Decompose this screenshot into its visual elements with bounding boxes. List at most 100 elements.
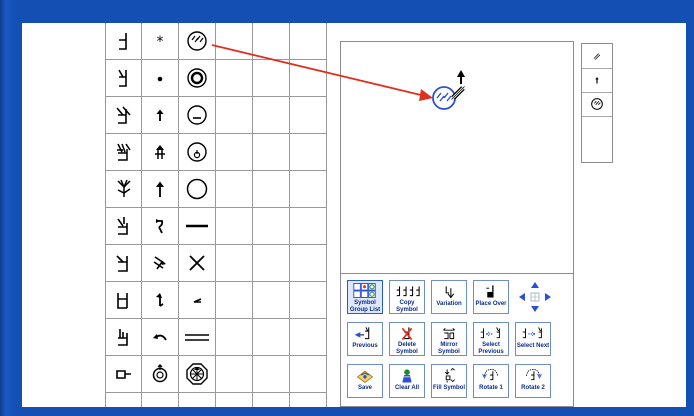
palette-cell-hand-8[interactable] [106,282,142,319]
palette-cell-move-1[interactable]: * [142,23,179,60]
palette-empty-cell [216,245,253,282]
palette-cell-hand-3[interactable] [106,97,142,134]
previous-button[interactable]: Previous [347,322,383,356]
palette-cell-face-2[interactable] [179,60,216,97]
curl-arrow-icon [153,334,167,341]
palette-empty-cell [216,319,253,356]
clear-all-button[interactable]: Clear All [389,364,425,398]
hand-shape-9-icon [117,329,128,346]
up-arrow-small-icon [156,109,164,121]
fill-symbol-icon [444,367,455,383]
select-next-icon [522,327,542,339]
palette-empty-cell [290,134,327,171]
fill-symbol-button[interactable]: Fill Symbol [431,364,467,398]
palette-cell-hand-9[interactable] [106,319,142,356]
palette-cell-hand-5[interactable] [106,171,142,208]
delete-symbol-button[interactable]: Delete Symbol [389,322,425,356]
palette-cell-move-2[interactable] [142,60,179,97]
up-arrow-small-icon[interactable] [457,70,465,84]
palette-cell-face-6[interactable] [179,208,216,245]
horizontal-bar-icon [186,224,208,228]
sign-canvas[interactable] [340,41,574,275]
symbol-toolbar: Symbol Group List Copy Symbol Variation … [340,273,574,407]
palette-cell-face-7[interactable] [179,245,216,282]
hand-shape-2-icon [117,69,127,87]
palette-cell-hand-10[interactable] [106,356,142,393]
cross-x-icon [189,255,205,271]
palette-empty-cell [253,319,290,356]
place-over-button[interactable]: Place Over [473,280,509,314]
palette-cell-move-6[interactable] [142,208,179,245]
palette-empty-cell [253,282,290,319]
palette-empty-cell [216,356,253,393]
hook-arrow-icon [156,293,164,307]
select-next-button[interactable]: Select Next [515,322,551,356]
select-previous-icon [480,326,500,338]
palette-cell-face-3[interactable] [179,97,216,134]
diagonal-arrow-icon [153,256,166,270]
palette-empty-cell [216,171,253,208]
save-icon [356,370,374,383]
copy-symbol-button[interactable]: Copy Symbol [389,280,425,314]
curved-arrow-icon [156,219,164,234]
octagon-star-icon [186,363,208,385]
face-circle-eyes-up-icon[interactable] [432,86,456,110]
palette-cell-move-10[interactable] [142,356,179,393]
sequence-item-contact[interactable] [582,44,612,69]
face-circle-mouth-icon [187,105,207,125]
palette-empty-cell [253,245,290,282]
variation-button[interactable]: Variation [431,280,467,314]
palette-empty-cell [290,23,327,60]
palette-cell-face-10[interactable] [179,356,216,393]
palette-empty-cell [290,319,327,356]
palette-empty-cell [216,208,253,245]
sequence-item-face[interactable] [582,92,612,117]
move-arrows-icon [519,282,551,312]
palette-cell-move-7[interactable] [142,245,179,282]
palette-empty-cell [290,60,327,97]
double-up-arrow-icon [155,145,165,159]
copy-symbol-icon [396,285,420,296]
face-circle-ring-icon [187,68,207,88]
palette-empty-cell [290,282,327,319]
delete-symbol-icon [401,326,413,340]
palette-empty-cell [216,97,253,134]
move-arrows-control[interactable] [517,280,553,314]
mirror-symbol-button[interactable]: Mirror Symbol [431,322,467,356]
save-button[interactable]: Save [347,364,383,398]
place-over-icon [486,285,494,298]
palette-cell-hand-2[interactable] [106,60,142,97]
palette-cell-hand-1[interactable] [106,23,142,60]
angle-mark-icon [193,298,202,303]
palette-cell-face-5[interactable] [179,171,216,208]
select-previous-button[interactable]: Select Previous [473,322,509,356]
palette-cell-move-3[interactable] [142,97,179,134]
palette-cell-face-8[interactable] [179,282,216,319]
face-circle-nose-icon [187,142,207,162]
palette-cell-move-9[interactable] [142,319,179,356]
hand-shape-5-icon [116,179,131,197]
rotate-1-button[interactable]: Rotate 1 [473,364,509,398]
hand-shape-8-icon [116,293,128,309]
palette-cell-hand-6[interactable] [106,208,142,245]
up-arrow-icon [156,181,164,197]
sequence-item-arrow[interactable] [582,68,612,93]
palette-cell-face-4[interactable] [179,134,216,171]
palette-cell-move-8[interactable] [142,282,179,319]
palette-empty-cell [253,97,290,134]
palette-cell-hand-7[interactable] [106,245,142,282]
mirror-symbol-icon [443,327,455,339]
palette-cell-move-4[interactable] [142,134,179,171]
symbol-group-list-button[interactable]: Symbol Group List [347,280,383,314]
palette-empty-cell [253,171,290,208]
palette-cell-hand-4[interactable] [106,134,142,171]
palette-cell-move-5[interactable] [142,171,179,208]
palette-cell-face-1[interactable] [179,23,216,60]
palette-empty-cell [253,134,290,171]
palette-cell-face-9[interactable] [179,319,216,356]
hand-shape-7-icon [115,255,128,272]
face-circle-eyes-up-icon [187,31,207,51]
dot-icon [157,76,163,82]
variation-icon [445,286,455,299]
rotate-2-button[interactable]: Rotate 2 [515,364,551,398]
